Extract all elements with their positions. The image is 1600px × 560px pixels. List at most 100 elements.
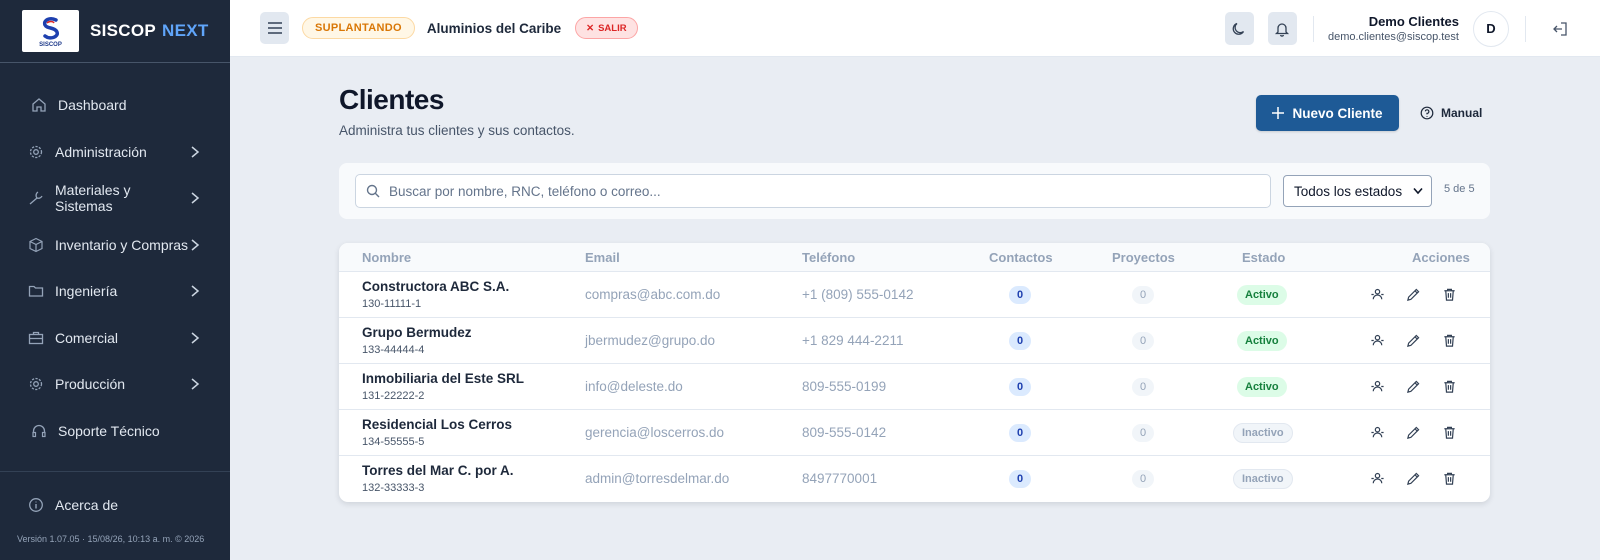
sidebar-item-administracion[interactable]: Administración [0, 129, 230, 176]
column-header[interactable]: Estado [1242, 250, 1285, 265]
edit-icon[interactable] [1405, 378, 1421, 394]
trash-icon[interactable] [1441, 378, 1457, 394]
row-actions [1369, 424, 1457, 440]
chevron-right-icon [190, 145, 200, 159]
status-badge: Activo [1237, 377, 1287, 397]
notifications-button[interactable] [1267, 12, 1297, 45]
column-header[interactable]: Nombre [362, 250, 411, 265]
user-info: Demo Clientes demo.clientes@siscop.test [1328, 14, 1459, 43]
edit-icon[interactable] [1405, 424, 1421, 440]
client-name: Inmobiliaria del Este SRL [362, 371, 525, 386]
user-name: Demo Clientes [1368, 14, 1459, 29]
exit-label: SALIR [598, 22, 627, 34]
user-email: demo.clientes@siscop.test [1327, 31, 1459, 43]
sidebar-item-label: Dashboard [58, 97, 127, 114]
projects-count: 0 [1132, 286, 1154, 304]
sidebar-item-produccion[interactable]: Producción [0, 361, 230, 408]
info-icon [28, 497, 44, 513]
search-input[interactable] [389, 183, 1249, 199]
divider [1312, 15, 1314, 42]
theme-toggle-button[interactable] [1224, 12, 1254, 45]
chevron-right-icon [190, 238, 200, 252]
trash-icon[interactable] [1441, 332, 1457, 348]
column-header[interactable]: Contactos [989, 250, 1053, 265]
sidebar-item-materiales[interactable]: Materiales y Sistemas [0, 175, 230, 222]
contacts-action-icon[interactable] [1369, 470, 1385, 486]
table-row[interactable]: Residencial Los Cerros 134-55555-5 geren… [339, 410, 1490, 456]
contacts-action-icon[interactable] [1369, 286, 1385, 302]
row-actions [1369, 470, 1457, 486]
client-phone: +1 (809) 555-0142 [802, 287, 914, 302]
table-row[interactable]: Inmobiliaria del Este SRL 131-22222-2 in… [339, 364, 1490, 410]
contacts-count: 0 [1009, 332, 1031, 350]
client-rnc: 134-55555-5 [362, 436, 425, 448]
column-header[interactable]: Teléfono [802, 250, 855, 265]
gear-icon [28, 376, 44, 392]
clients-table: Nombre Email Teléfono Contactos Proyecto… [339, 243, 1490, 502]
status-badge: Inactivo [1233, 469, 1293, 489]
table-row[interactable]: Grupo Bermudez 133-44444-4 jbermudez@gru… [339, 318, 1490, 364]
topbar: SUPLANTANDO Aluminios del Caribe ✕ SALIR… [230, 0, 1600, 57]
briefcase-icon [28, 330, 44, 346]
brand[interactable]: SISCOP SISCOP NEXT [0, 0, 230, 63]
client-email: gerencia@loscerros.do [585, 425, 725, 440]
box-icon [28, 237, 44, 253]
table-row[interactable]: Constructora ABC S.A. 130-11111-1 compra… [339, 272, 1490, 318]
column-header[interactable]: Email [585, 250, 620, 265]
sidebar-nav: Dashboard Administración Materiales y Si… [0, 82, 230, 454]
client-phone: 8497770001 [802, 471, 878, 486]
brand-name: SISCOP NEXT [90, 21, 209, 40]
logout-button[interactable] [1550, 19, 1570, 39]
projects-count: 0 [1132, 378, 1154, 396]
sidebar-item-dashboard[interactable]: Dashboard [0, 82, 230, 129]
sidebar-item-soporte[interactable]: Soporte Técnico [0, 408, 230, 455]
sidebar-item-comercial[interactable]: Comercial [0, 315, 230, 362]
edit-icon[interactable] [1405, 470, 1421, 486]
filter-bar: Todos los estados 5 de 5 [339, 163, 1490, 219]
trash-icon[interactable] [1441, 470, 1457, 486]
sidebar-item-inventario[interactable]: Inventario y Compras [0, 222, 230, 269]
contacts-count: 0 [1009, 424, 1031, 442]
trash-icon[interactable] [1441, 424, 1457, 440]
client-rnc: 132-33333-3 [362, 482, 425, 494]
chevron-right-icon [190, 377, 200, 391]
client-name: Constructora ABC S.A. [362, 279, 510, 294]
menu-toggle-button[interactable] [260, 12, 289, 44]
client-rnc: 130-11111-1 [362, 298, 422, 310]
plus-icon [1272, 107, 1285, 119]
status-badge: Activo [1237, 285, 1287, 305]
edit-icon[interactable] [1405, 332, 1421, 348]
sidebar-item-ingenieria[interactable]: Ingeniería [0, 268, 230, 315]
status-filter-value: Todos los estados [1294, 183, 1403, 199]
edit-icon[interactable] [1405, 286, 1421, 302]
table-row[interactable]: Torres del Mar C. por A. 132-33333-3 adm… [339, 456, 1490, 502]
home-icon [31, 97, 47, 113]
projects-count: 0 [1132, 424, 1154, 442]
sidebar-item-label: Materiales y Sistemas [55, 182, 131, 215]
client-name: Residencial Los Cerros [362, 417, 513, 432]
about-link[interactable]: Acerca de [0, 480, 230, 530]
column-header[interactable]: Proyectos [1112, 250, 1175, 265]
logo-icon [42, 16, 59, 40]
manual-button[interactable]: Manual [1420, 100, 1482, 126]
exit-impersonation-button[interactable]: ✕ SALIR [575, 17, 638, 39]
contacts-count: 0 [1009, 470, 1031, 488]
status-filter-select[interactable]: Todos los estados [1283, 175, 1432, 207]
results-count: 5 de 5 [1444, 183, 1475, 195]
logo: SISCOP [22, 10, 79, 52]
wrench-icon [28, 190, 44, 206]
chevron-right-icon [190, 284, 200, 298]
avatar[interactable]: D [1473, 10, 1509, 47]
new-client-button[interactable]: Nuevo Cliente [1256, 95, 1399, 131]
topbar-right: Demo Clientes demo.clientes@siscop.test … [1224, 0, 1600, 57]
search-box[interactable] [355, 174, 1271, 208]
contacts-action-icon[interactable] [1369, 378, 1385, 394]
divider [1525, 15, 1526, 42]
contacts-action-icon[interactable] [1369, 424, 1385, 440]
client-phone: +1 829 444-2211 [802, 333, 904, 348]
status-badge: Activo [1237, 331, 1287, 351]
manual-label: Manual [1441, 106, 1483, 120]
contacts-action-icon[interactable] [1369, 332, 1385, 348]
trash-icon[interactable] [1441, 286, 1457, 302]
client-rnc: 131-22222-2 [362, 390, 425, 402]
